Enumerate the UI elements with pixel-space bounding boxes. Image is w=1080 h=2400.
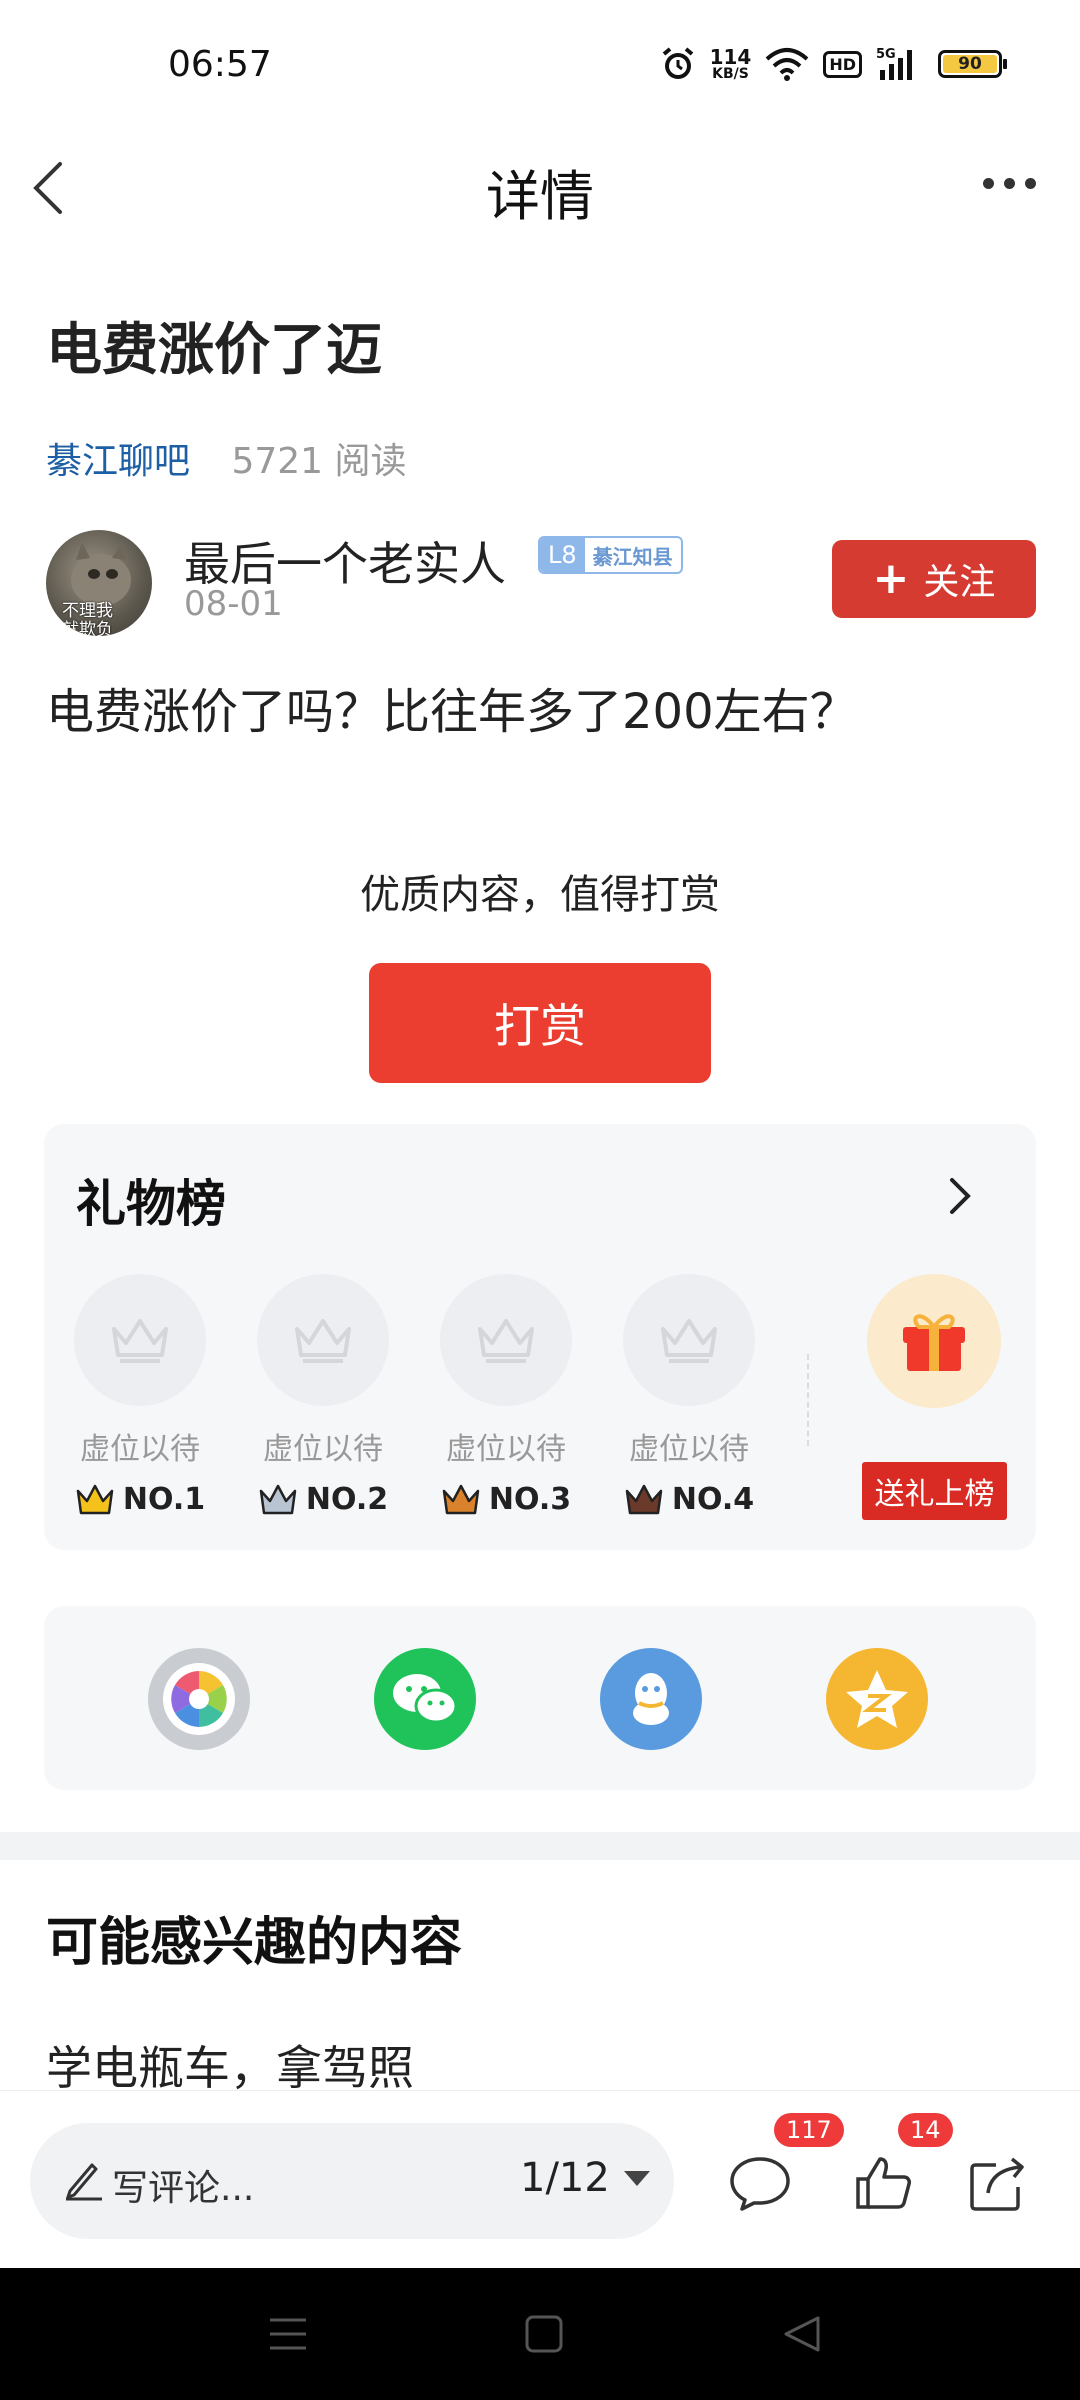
empty-crown-icon [257,1274,389,1406]
page-title: 详情 [486,165,594,228]
gold-crown-icon [76,1484,114,1514]
status-icons: 114 KB/S HD 5G 90 [660,46,1007,82]
caret-down-icon [623,2170,650,2186]
comment-placeholder: 写评论... [112,2168,255,2209]
gift-slot-4: 虚位以待 NO.4 [623,1274,757,1517]
follow-button[interactable]: + 关注 [832,540,1036,618]
post-title: 电费涨价了迈 [46,318,382,383]
more-dots-icon[interactable] [983,178,1036,189]
svg-text:5G: 5G [876,47,896,62]
share-row [44,1606,1036,1790]
interest-title: 可能感兴趣的内容 [46,1913,463,1973]
page-number: 1/12 [520,2155,610,2201]
qq-icon[interactable] [600,1648,702,1750]
wechat-icon[interactable] [374,1648,476,1750]
avatar-caption: 不理我 就欺负 [62,601,113,636]
slot-rank: NO.2 [257,1482,389,1517]
battery-level: 90 [943,54,997,74]
slot-label: 虚位以待 [263,1432,383,1467]
rank-text: NO.4 [671,1482,755,1517]
alarm-icon [660,46,696,82]
gift-slot-1: 虚位以待 NO.1 [74,1274,208,1517]
net-speed: 114 KB/S [710,47,752,81]
gift-slot-2: 虚位以待 NO.2 [257,1274,391,1517]
like-count-badge: 14 [898,2113,953,2147]
net-speed-value: 114 [709,45,752,69]
empty-crown-icon [623,1274,755,1406]
level-number: L8 [540,538,585,572]
empty-crown-icon [74,1274,206,1406]
bronze-crown-icon [442,1484,480,1514]
level-badge: L8 綦江知县 [538,536,683,574]
home-icon[interactable] [522,2312,566,2356]
like-icon[interactable]: 14 [852,2113,953,2213]
top-nav: 详情 [0,140,1080,240]
gift-box-icon[interactable] [867,1274,1001,1408]
comment-count-badge: 117 [774,2113,844,2147]
slot-rank: NO.1 [74,1482,206,1517]
section-separator [0,1832,1080,1860]
gift-slot-3: 虚位以待 NO.3 [440,1274,574,1517]
read-count: 5721 阅读 [231,441,407,482]
battery-icon: 90 [938,50,1007,78]
divider [807,1354,809,1446]
silver-crown-icon [259,1484,297,1514]
gift-board[interactable]: 礼物榜 虚位以待 NO.1 虚位以待 NO.2 虚位以待 NO.3 虚位以待 N… [44,1124,1036,1550]
slot-label: 虚位以待 [80,1432,200,1467]
hd-icon: HD [823,50,862,78]
moments-icon[interactable] [148,1648,250,1750]
interest-item[interactable]: 学电瓶车，拿驾照 [46,2032,414,2098]
gift-board-title: 礼物榜 [76,1175,226,1233]
slot-label: 虚位以待 [446,1432,566,1467]
slot-rank: NO.4 [623,1482,755,1517]
page-indicator[interactable]: 1/12 [520,2155,650,2201]
follow-label: 关注 [923,562,996,603]
qzone-icon[interactable] [826,1648,928,1750]
status-bar: 06:57 114 KB/S HD 5G 90 [0,0,1080,140]
author-row: 不理我 就欺负 最后一个老实人 L8 綦江知县 08-01 + 关注 [46,528,1036,638]
empty-crown-icon [440,1274,572,1406]
send-gift-button[interactable]: 送礼上榜 [862,1462,1007,1520]
follow-plus-icon: + [872,553,910,604]
share-icon[interactable] [966,2153,1030,2213]
level-title: 綦江知县 [592,544,673,569]
rank-text: NO.3 [488,1482,572,1517]
post-body: 电费涨价了吗？比往年多了200左右？ [46,684,858,740]
back-triangle-icon[interactable] [780,2312,824,2356]
avatar[interactable]: 不理我 就欺负 [46,530,152,636]
comment-icon[interactable]: 117 [728,2113,844,2213]
wifi-icon [765,47,809,81]
net-speed-unit: KB/S [712,66,749,82]
rank-text: NO.1 [122,1482,206,1517]
pencil-icon [62,2157,106,2201]
system-nav-bar [0,2268,1080,2400]
reward-button[interactable]: 打赏 [369,963,711,1083]
post-meta: 綦江聊吧 5721 阅读 [46,432,407,484]
forum-link[interactable]: 綦江聊吧 [46,441,190,482]
signal-icon: 5G [876,46,924,82]
reward-prompt: 优质内容，值得打赏 [360,872,720,918]
slot-rank: NO.3 [440,1482,572,1517]
chevron-right-icon[interactable] [946,1174,976,1218]
dark-crown-icon [625,1484,663,1514]
menu-icon[interactable] [266,2312,310,2356]
post-date: 08-01 [184,584,283,624]
slot-label: 虚位以待 [629,1432,749,1467]
comment-input[interactable]: 写评论... 1/12 [30,2123,674,2239]
status-time: 06:57 [168,44,272,85]
rank-text: NO.2 [305,1482,389,1517]
bottom-bar: 写评论... 1/12 117 14 [0,2090,1080,2268]
